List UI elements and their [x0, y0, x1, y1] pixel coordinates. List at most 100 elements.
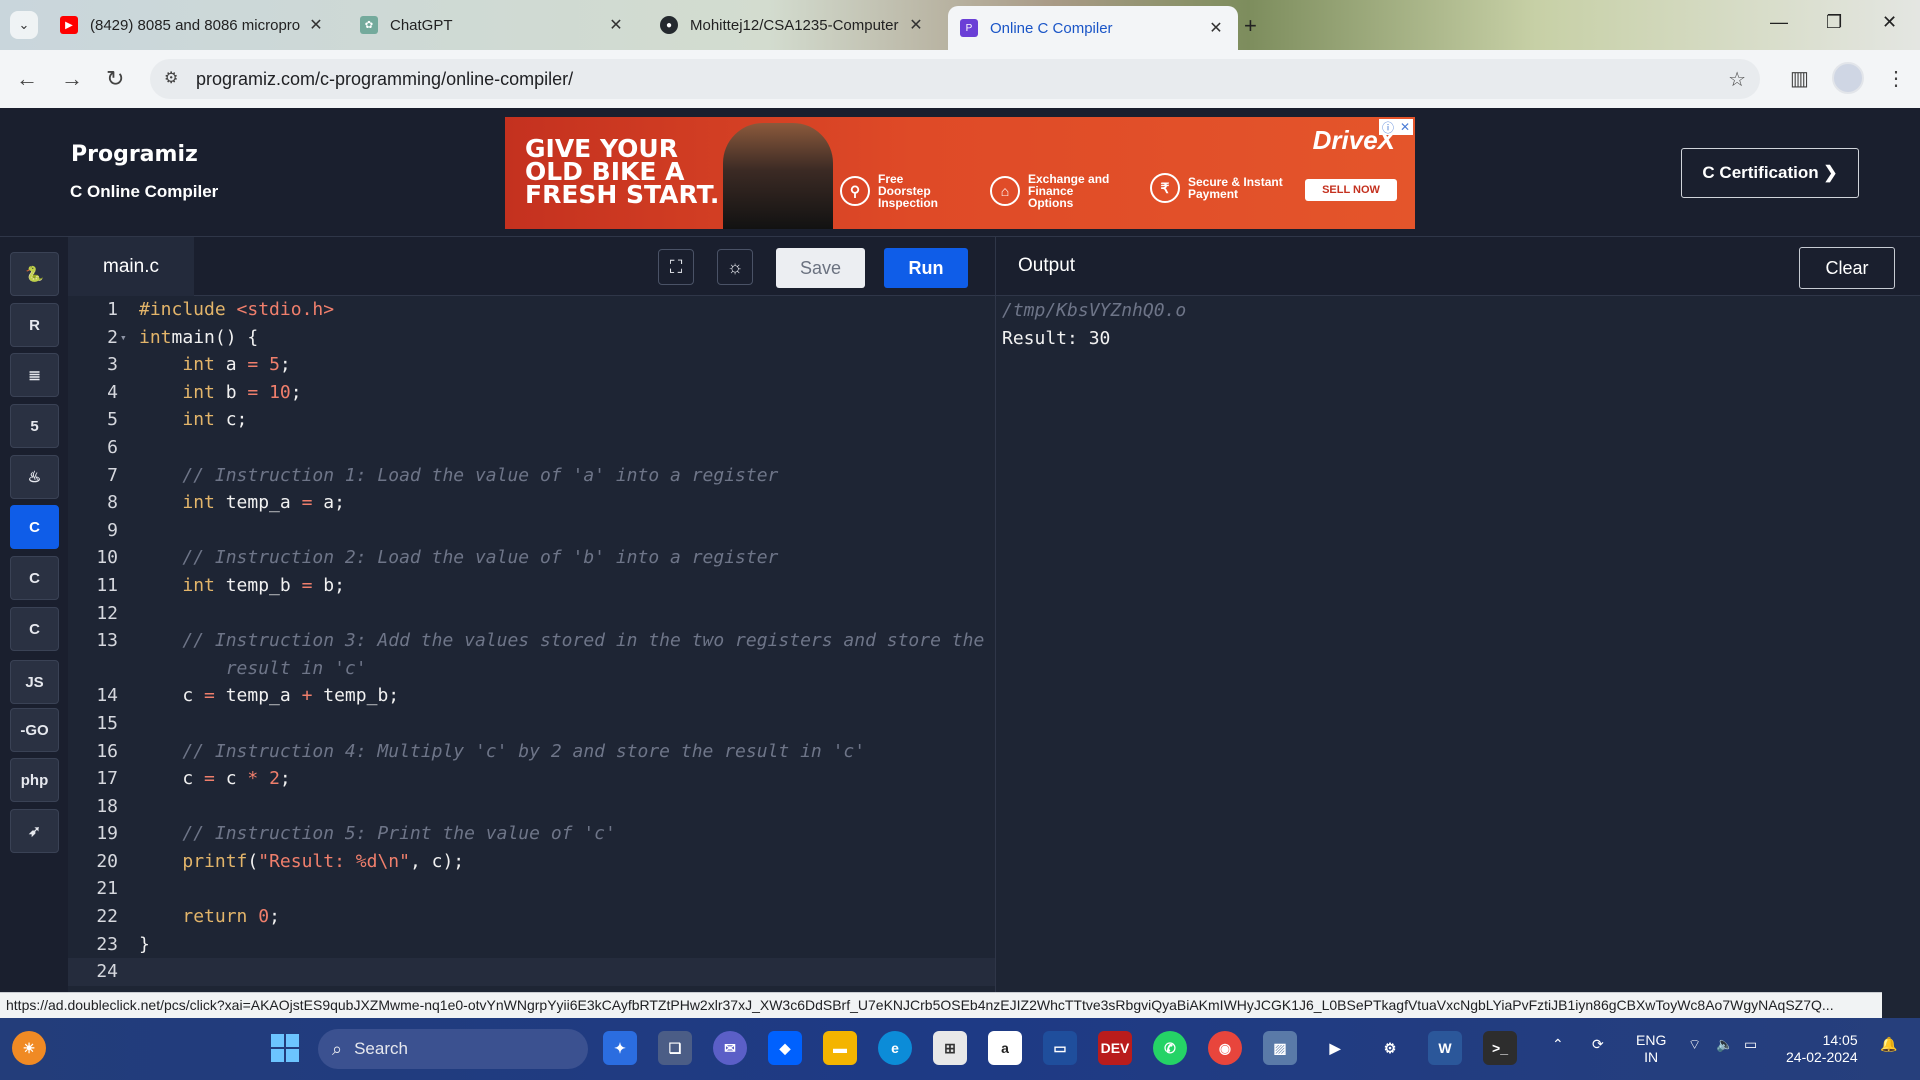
code-line[interactable]: 7 // Instruction 1: Load the value of 'a…	[68, 462, 995, 490]
settings-icon[interactable]: ⚙	[1373, 1031, 1407, 1065]
code-line[interactable]: 24	[68, 958, 995, 986]
close-tab-icon[interactable]: ✕	[306, 15, 326, 35]
language-swift-button[interactable]: ➶	[10, 809, 59, 853]
forward-icon[interactable]: →	[61, 66, 83, 92]
close-tab-icon[interactable]: ✕	[1206, 18, 1226, 38]
tab-search-icon[interactable]: ⌄	[10, 11, 38, 39]
ad-banner[interactable]: GIVE YOUR OLD BIKE A FRESH START. ⚲ Free…	[505, 117, 1415, 229]
code-line[interactable]: 23}	[68, 931, 995, 959]
run-button[interactable]: Run	[884, 248, 968, 288]
code-line[interactable]: 11 int temp_b = b;	[68, 572, 995, 600]
whatsapp-icon[interactable]: ✆	[1153, 1031, 1187, 1065]
tray-overflow-icon[interactable]: ⌃	[1552, 1036, 1564, 1053]
code-line[interactable]: 2 ▾ intmain() {	[68, 324, 995, 352]
code-line[interactable]: 1 #include <stdio.h>	[68, 296, 995, 324]
code-line[interactable]: 19 // Instruction 5: Print the value of …	[68, 820, 995, 848]
file-tab-main-c[interactable]: main.c	[68, 237, 194, 297]
code-line[interactable]: 6	[68, 434, 995, 462]
code-line[interactable]: 5 int c;	[68, 406, 995, 434]
dropbox-icon[interactable]: ◆	[768, 1031, 802, 1065]
task-view-icon[interactable]: ❏	[658, 1031, 692, 1065]
language-python-button[interactable]: 🐍	[10, 252, 59, 296]
code-line[interactable]: 20 printf("Result: %d\n", c);	[68, 848, 995, 876]
profile-avatar[interactable]	[1832, 62, 1864, 94]
media-player-icon[interactable]: ▶	[1318, 1031, 1352, 1065]
close-tab-icon[interactable]: ✕	[606, 15, 626, 35]
language-sql-button[interactable]: ≣	[10, 353, 59, 397]
site-info-icon[interactable]: ⚙	[164, 68, 178, 88]
amazon-icon[interactable]: a	[988, 1031, 1022, 1065]
ad-close-icon[interactable]: ⓘ ✕	[1379, 119, 1413, 135]
code-line[interactable]: 17 c = c * 2;	[68, 765, 995, 793]
tab-youtube[interactable]: ▶ (8429) 8085 and 8086 micropro ✕	[48, 8, 338, 42]
code-line[interactable]: 21	[68, 875, 995, 903]
code-line[interactable]: 13 // Instruction 3: Add the values stor…	[68, 627, 995, 655]
minimize-icon[interactable]: —	[1770, 12, 1788, 33]
language-c-button[interactable]: C	[10, 505, 59, 549]
sync-icon[interactable]: ⟳	[1592, 1036, 1604, 1053]
bookmark-star-icon[interactable]: ☆	[1728, 67, 1746, 92]
programiz-logo[interactable]: Programiz	[71, 142, 198, 167]
url-text[interactable]: programiz.com/c-programming/online-compi…	[196, 69, 573, 90]
back-icon[interactable]: ←	[16, 66, 38, 92]
code-line[interactable]: 8 int temp_a = a;	[68, 489, 995, 517]
language-java-button[interactable]: ♨	[10, 455, 59, 499]
chrome-icon[interactable]: ◉	[1208, 1031, 1242, 1065]
language-go-button[interactable]: -GO	[10, 708, 59, 752]
clear-button[interactable]: Clear	[1799, 247, 1895, 289]
side-panel-icon[interactable]: ▥	[1790, 66, 1809, 91]
edge-icon[interactable]: e	[878, 1031, 912, 1065]
reload-icon[interactable]: ↻	[106, 66, 124, 92]
restore-icon[interactable]: ❐	[1826, 12, 1842, 33]
code-line[interactable]: 14 c = temp_a + temp_b;	[68, 682, 995, 710]
windows-start-icon[interactable]	[268, 1031, 302, 1065]
word-icon[interactable]: W	[1428, 1031, 1462, 1065]
file-explorer-icon[interactable]: ▬	[823, 1031, 857, 1065]
language-javascript-button[interactable]: JS	[10, 660, 59, 704]
battery-icon[interactable]: ▭	[1744, 1036, 1757, 1053]
input-language[interactable]: ENG IN	[1636, 1032, 1666, 1066]
wifi-icon[interactable]: ⌔	[1688, 1036, 1701, 1054]
language-html-button[interactable]: 5	[10, 404, 59, 448]
code-line[interactable]: 4 int b = 10;	[68, 379, 995, 407]
photos-icon[interactable]: ▨	[1263, 1031, 1297, 1065]
clock[interactable]: 14:05 24-02-2024	[1786, 1032, 1858, 1066]
notification-bell-icon[interactable]: 🔔	[1880, 1036, 1897, 1053]
volume-icon[interactable]: 🔈	[1716, 1036, 1733, 1053]
dev-cpp-icon[interactable]: DEV	[1098, 1031, 1132, 1065]
taskbar-search[interactable]: ⌕ Search	[318, 1029, 588, 1069]
language-php-button[interactable]: php	[10, 758, 59, 802]
theme-toggle-icon[interactable]: ☼	[717, 249, 753, 285]
close-tab-icon[interactable]: ✕	[906, 15, 926, 35]
code-line[interactable]: result in 'c'	[68, 655, 995, 683]
output-console[interactable]: /tmp/KbsVYZnhQ0.o Result: 30	[995, 296, 1920, 992]
tab-github[interactable]: ● Mohittej12/CSA1235-Computer ✕	[648, 8, 938, 42]
code-editor[interactable]: 1 #include <stdio.h> 2 ▾ intmain() {3 int a …	[68, 296, 995, 992]
tablet-app-icon[interactable]: ▭	[1043, 1031, 1077, 1065]
tab-chatgpt[interactable]: ✿ ChatGPT ✕	[348, 8, 638, 42]
language-r-button[interactable]: R	[10, 303, 59, 347]
chrome-menu-icon[interactable]: ⋮	[1886, 66, 1906, 91]
code-line[interactable]: 3 int a = 5;	[68, 351, 995, 379]
c-certification-button[interactable]: C Certification ❯	[1681, 148, 1859, 198]
ad-sell-now-button[interactable]: SELL NOW	[1305, 179, 1397, 201]
code-line[interactable]: 12	[68, 600, 995, 628]
code-line[interactable]: 18	[68, 793, 995, 821]
fullscreen-icon[interactable]: ⛶	[658, 249, 694, 285]
teams-chat-icon[interactable]: ✉	[713, 1031, 747, 1065]
terminal-icon[interactable]: >_	[1483, 1031, 1517, 1065]
tab-online-c-compiler[interactable]: P Online C Compiler ✕	[948, 6, 1238, 50]
code-line[interactable]: 22 return 0;	[68, 903, 995, 931]
copilot-icon[interactable]: ✦	[603, 1031, 637, 1065]
language-csharp-button[interactable]: C	[10, 607, 59, 651]
language-cpp-button[interactable]: C	[10, 556, 59, 600]
code-line[interactable]: 16 // Instruction 4: Multiply 'c' by 2 a…	[68, 738, 995, 766]
fold-arrow-icon[interactable]: ▾	[120, 324, 127, 352]
weather-icon[interactable]: ☀	[12, 1031, 46, 1065]
code-line[interactable]: 15	[68, 710, 995, 738]
new-tab-icon[interactable]: +	[1244, 13, 1257, 39]
code-line[interactable]: 9	[68, 517, 995, 545]
close-window-icon[interactable]: ✕	[1882, 12, 1897, 33]
code-line[interactable]: 10 // Instruction 2: Load the value of '…	[68, 544, 995, 572]
address-bar[interactable]: ⚙ programiz.com/c-programming/online-com…	[150, 59, 1760, 99]
